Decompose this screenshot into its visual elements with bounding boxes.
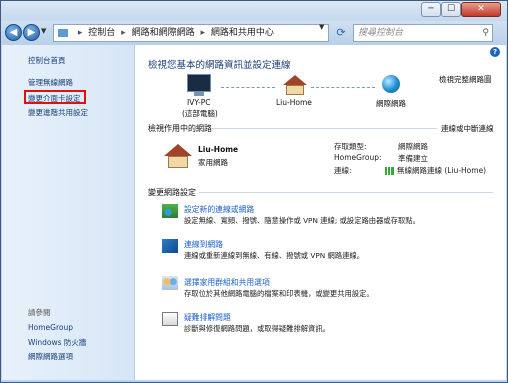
connection-value: 無線網路連線 (Liu-Home) — [397, 166, 487, 175]
search-placeholder: 搜尋控制台 — [358, 28, 404, 38]
help-icon[interactable]: ? — [490, 47, 500, 57]
breadcrumb-network-sharing-center[interactable]: 網路和共用中心 — [211, 28, 274, 38]
map-internet: 網際網路 — [376, 99, 406, 108]
see-also-homegroup[interactable]: HomeGroup — [28, 323, 73, 332]
back-button[interactable]: ◀ — [5, 24, 22, 41]
refresh-icon[interactable]: ⟳ — [333, 25, 349, 41]
home-network-icon — [283, 75, 307, 95]
task-troubleshoot[interactable]: 疑難排解問題 — [184, 312, 231, 323]
map-network-name: Liu-Home — [276, 98, 312, 107]
connect-disconnect-link[interactable]: 連線或中斷連線 — [441, 123, 494, 134]
minimize-button[interactable]: ─ — [421, 2, 441, 17]
task-setup-connection[interactable]: 設定新的連線或網路 — [184, 204, 254, 215]
task-troubleshoot-desc: 診斷與修復網路問題，或取得疑難排解資訊。 — [184, 324, 330, 333]
active-network-title: 檢視作用中的網路 — [148, 124, 212, 133]
homegroup-icon — [162, 276, 178, 290]
task-homegroup-sharing-desc: 存取位於其他網路電腦的檔案和印表機，或變更共用設定。 — [184, 289, 374, 298]
pc-sub: (這部電腦) — [182, 109, 218, 118]
network-type-link[interactable]: 家用網路 — [198, 157, 228, 168]
highlight-box — [24, 90, 86, 104]
maximize-button[interactable]: ☐ — [441, 2, 461, 17]
connection-link[interactable]: 無線網路連線 (Liu-Home) — [385, 165, 486, 176]
view-full-map-link[interactable]: 檢視完整網路圖 — [439, 74, 492, 85]
breadcrumb-control-panel[interactable]: 控制台 — [88, 28, 115, 38]
sidebar-item-manage-wireless[interactable]: 管理無線網路 — [28, 77, 73, 88]
task-setup-connection-desc: 設定無線、寬頻、撥號、隨意操作或 VPN 連線; 或設定路由器或存取點。 — [184, 216, 420, 225]
change-settings-title: 變更網路設定 — [148, 188, 196, 197]
task-homegroup-sharing[interactable]: 選擇家用群組和共用選項 — [184, 277, 270, 288]
internet-globe-icon — [382, 75, 400, 93]
control-panel-icon — [58, 28, 68, 37]
address-dropdown-icon[interactable]: ▼ — [319, 23, 324, 31]
close-button[interactable]: ✕ — [461, 2, 501, 17]
connection-label: 連線: — [334, 166, 352, 175]
breadcrumb-network-internet[interactable]: 網路和網際網路 — [132, 28, 195, 38]
connect-network-icon — [162, 239, 178, 253]
wifi-signal-icon — [385, 167, 394, 175]
see-also-firewall[interactable]: Windows 防火牆 — [28, 337, 86, 348]
search-icon[interactable]: ⚲ — [482, 25, 489, 41]
home-network-icon — [164, 144, 192, 168]
homegroup-label: HomeGroup: — [334, 153, 382, 162]
address-bar[interactable]: ▸ 控制台 ▸ 網路和網際網路 ▸ 網路和共用中心 — [53, 24, 329, 42]
divider — [211, 128, 437, 129]
see-also-title: 請參閱 — [28, 308, 51, 317]
homegroup-link[interactable]: 準備建立 — [398, 153, 428, 164]
network-setup-icon — [162, 204, 178, 218]
access-type-value: 網際網路 — [398, 142, 428, 151]
window: ─ ☐ ✕ ◀ ▶ ▼ ▸ 控制台 ▸ 網路和網際網路 ▸ 網路和共用中心 ▼ … — [0, 0, 508, 383]
page-title: 檢視您基本的網路資訊並設定連線 — [148, 60, 291, 71]
forward-button[interactable]: ▶ — [23, 24, 40, 41]
connection-line — [311, 87, 375, 88]
sidebar: 控制台首頁 管理無線網路 變更介面卡設定 變更進階共用設定 請參閱 HomeGr… — [2, 45, 135, 380]
connection-line — [221, 87, 275, 88]
computer-icon — [187, 74, 211, 96]
sidebar-item-advanced-sharing[interactable]: 變更進階共用設定 — [28, 107, 88, 118]
divider — [199, 192, 493, 193]
see-also-internet-options[interactable]: 網際網路選項 — [28, 351, 73, 362]
troubleshoot-icon — [162, 312, 178, 326]
access-type-label: 存取類型: — [334, 142, 367, 151]
search-input[interactable]: 搜尋控制台 ⚲ — [353, 24, 493, 42]
sidebar-item-control-panel-home[interactable]: 控制台首頁 — [28, 55, 66, 66]
active-network-name: Liu-Home — [198, 145, 239, 154]
title-bar: ─ ☐ ✕ — [1, 1, 507, 21]
task-connect-network[interactable]: 連線到網路 — [184, 239, 223, 250]
history-dropdown-icon[interactable]: ▼ — [41, 27, 46, 35]
task-connect-network-desc: 連線或重新連線到無線、有線、撥號或 VPN 網路連線。 — [184, 251, 365, 260]
pc-name: IVY-PC — [187, 98, 211, 107]
navigation-bar: ◀ ▶ ▼ ▸ 控制台 ▸ 網路和網際網路 ▸ 網路和共用中心 ▼ ⟳ 搜尋控制… — [1, 21, 507, 45]
